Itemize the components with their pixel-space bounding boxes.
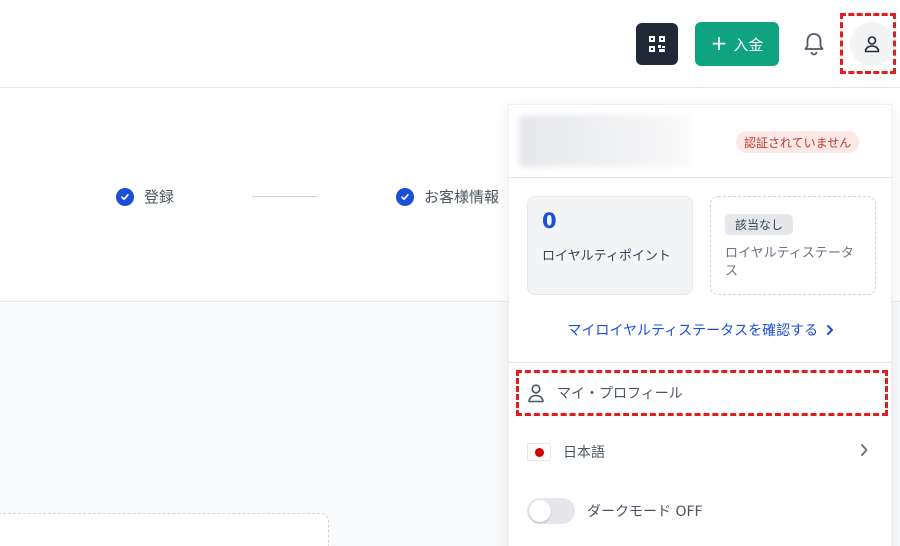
loyalty-points-label: ロイヤルティポイント <box>542 249 671 264</box>
loyalty-points-card: 0 ロイヤルティポイント <box>527 196 693 295</box>
divider <box>509 177 893 178</box>
highlight-box-avatar <box>840 13 896 74</box>
menu-item-label: ダークモード OFF <box>587 504 703 520</box>
plus-icon: + <box>710 31 728 55</box>
deposit-button[interactable]: + 入金 <box>695 22 779 66</box>
user-info-blurred <box>519 115 691 167</box>
deposit-label: 入金 <box>733 35 764 54</box>
loyalty-link-label: マイロイヤルティステータスを確認する <box>567 323 819 339</box>
japan-flag-icon <box>527 443 551 461</box>
loyalty-status-card: 該当なし ロイヤルティステータス <box>710 196 876 295</box>
loyalty-status-label: ロイヤルティステータス <box>725 246 854 279</box>
chevron-right-icon <box>826 325 833 335</box>
verification-status-badge: 認証されていません <box>736 131 860 153</box>
step-customer-info: お客様情報 <box>396 186 499 207</box>
menu-item-dark-mode[interactable]: ダークモード OFF <box>527 498 703 524</box>
menu-item-language[interactable]: 日本語 <box>527 442 605 462</box>
account-dropdown: 認証されていません 0 ロイヤルティポイント 該当なし ロイヤルティステータス … <box>508 104 893 546</box>
step-connector <box>252 196 318 197</box>
loyalty-points-value: 0 <box>542 209 557 233</box>
highlight-box-profile <box>516 370 888 416</box>
loyalty-status-chip: 該当なし <box>725 214 794 235</box>
bell-icon[interactable] <box>802 31 826 57</box>
step-label: お客様情報 <box>424 188 500 206</box>
content-card <box>0 513 329 546</box>
qr-code-icon <box>649 36 665 52</box>
menu-item-label: 日本語 <box>563 445 605 461</box>
check-circle-icon <box>116 187 134 206</box>
top-header: + 入金 <box>0 0 900 88</box>
loyalty-status-link[interactable]: マイロイヤルティステータスを確認する <box>509 320 893 340</box>
step-label: 登録 <box>144 188 175 206</box>
check-circle-icon <box>396 187 414 206</box>
chevron-right-icon <box>861 444 868 456</box>
qr-code-button[interactable] <box>636 23 678 65</box>
dark-mode-toggle[interactable] <box>527 498 575 524</box>
divider <box>509 362 893 363</box>
step-registration: 登録 <box>116 186 174 207</box>
